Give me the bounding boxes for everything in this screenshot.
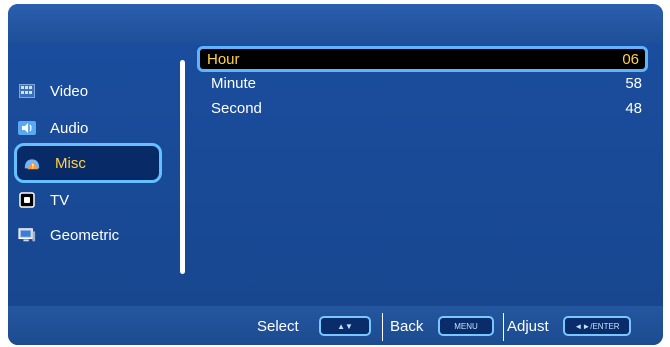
menu-item-label: Video	[50, 82, 89, 100]
hint-separator	[382, 313, 383, 341]
setting-value: 48	[625, 99, 642, 117]
select-hint-label: Select	[257, 318, 299, 335]
setting-value: 06	[622, 50, 639, 68]
menu-item-misc[interactable]: Misc	[14, 143, 162, 183]
up-down-key-icon: ▲▼	[319, 316, 371, 336]
back-hint-label: Back	[390, 318, 424, 335]
adjust-hint-label: Adjust	[507, 318, 549, 335]
setting-row-hour[interactable]: Hour 06	[197, 46, 648, 72]
audio-icon	[18, 120, 36, 136]
menu-item-label: TV	[50, 191, 70, 209]
menu-item-label: Audio	[50, 119, 89, 137]
menu-divider	[180, 60, 185, 274]
menu-item-label: Misc	[55, 154, 86, 172]
setting-label: Second	[211, 99, 262, 117]
setting-value: 58	[625, 74, 642, 92]
menu-item-video[interactable]: Video	[18, 76, 168, 106]
setting-label: Minute	[211, 74, 257, 92]
menu-item-label: Geometric	[50, 226, 120, 244]
left-right-enter-key-icon: ◄►/ENTER	[563, 316, 631, 336]
setting-row-minute[interactable]: Minute 58	[204, 72, 648, 94]
geometric-icon	[18, 227, 36, 243]
tv-icon	[18, 192, 36, 208]
menu-item-tv[interactable]: TV	[18, 185, 168, 215]
hint-separator	[503, 313, 504, 341]
title-bar	[8, 4, 663, 44]
menu-key-icon: MENU	[438, 316, 494, 336]
video-icon	[18, 83, 36, 99]
misc-icon	[23, 155, 41, 171]
setting-label: Hour	[207, 50, 240, 68]
menu-item-audio[interactable]: Audio	[18, 113, 168, 143]
setting-row-second[interactable]: Second 48	[204, 97, 648, 119]
menu-item-geometric[interactable]: Geometric	[18, 220, 168, 250]
